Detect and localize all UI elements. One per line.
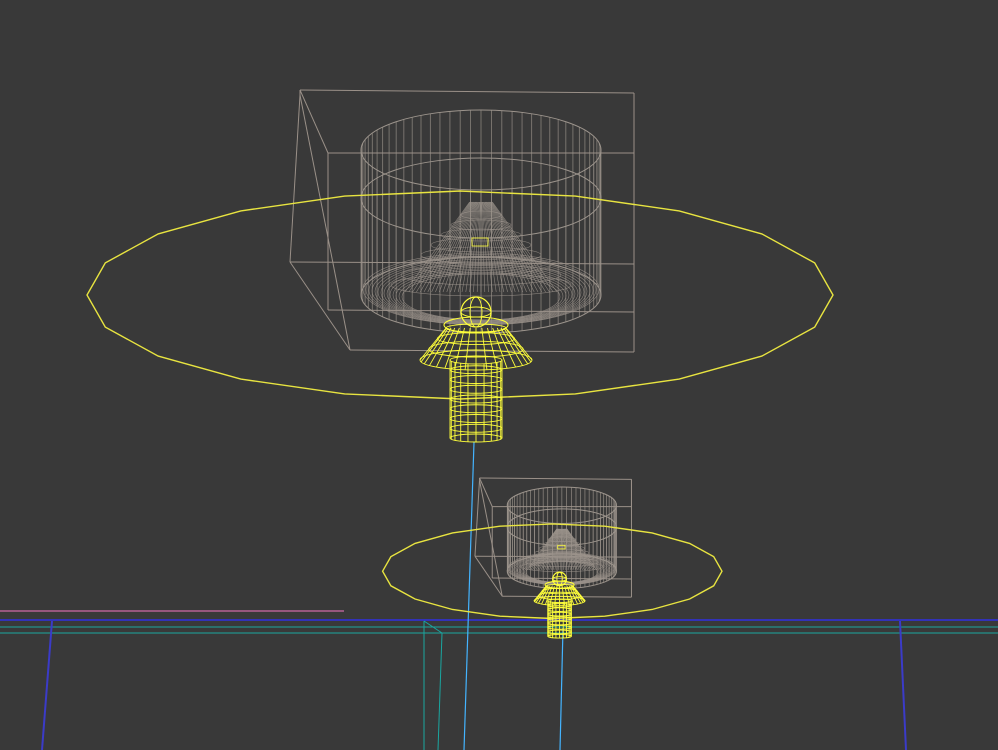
cap-rib bbox=[423, 327, 449, 365]
dome-rib bbox=[490, 201, 546, 293]
box-edge bbox=[474, 480, 480, 557]
box-edge bbox=[299, 89, 329, 154]
box-edge bbox=[299, 94, 351, 351]
3d-viewport[interactable] bbox=[0, 0, 998, 750]
inner-dome bbox=[520, 528, 604, 572]
floor-wall-line-c bbox=[437, 632, 443, 750]
wireframe-scene[interactable] bbox=[0, 0, 998, 750]
floor-corner-left bbox=[41, 620, 53, 750]
floor-geometry[interactable] bbox=[0, 610, 998, 750]
target-line-small bbox=[559, 627, 564, 750]
box-edge bbox=[289, 94, 301, 263]
box-edge bbox=[479, 477, 632, 480]
lamp-small[interactable] bbox=[381, 477, 723, 639]
floor-corner-right bbox=[899, 620, 907, 750]
cap-rib bbox=[535, 585, 548, 603]
cap-rib bbox=[571, 585, 584, 603]
cap-rib bbox=[503, 327, 529, 365]
target-line-large bbox=[463, 441, 475, 750]
inner-dome bbox=[390, 201, 572, 297]
bulb-ring bbox=[460, 306, 492, 318]
cap-rib bbox=[505, 327, 532, 363]
box-edge bbox=[299, 89, 635, 94]
cap-rib bbox=[420, 327, 447, 363]
lamp-large[interactable] bbox=[86, 89, 834, 443]
dome-rib bbox=[416, 201, 472, 293]
